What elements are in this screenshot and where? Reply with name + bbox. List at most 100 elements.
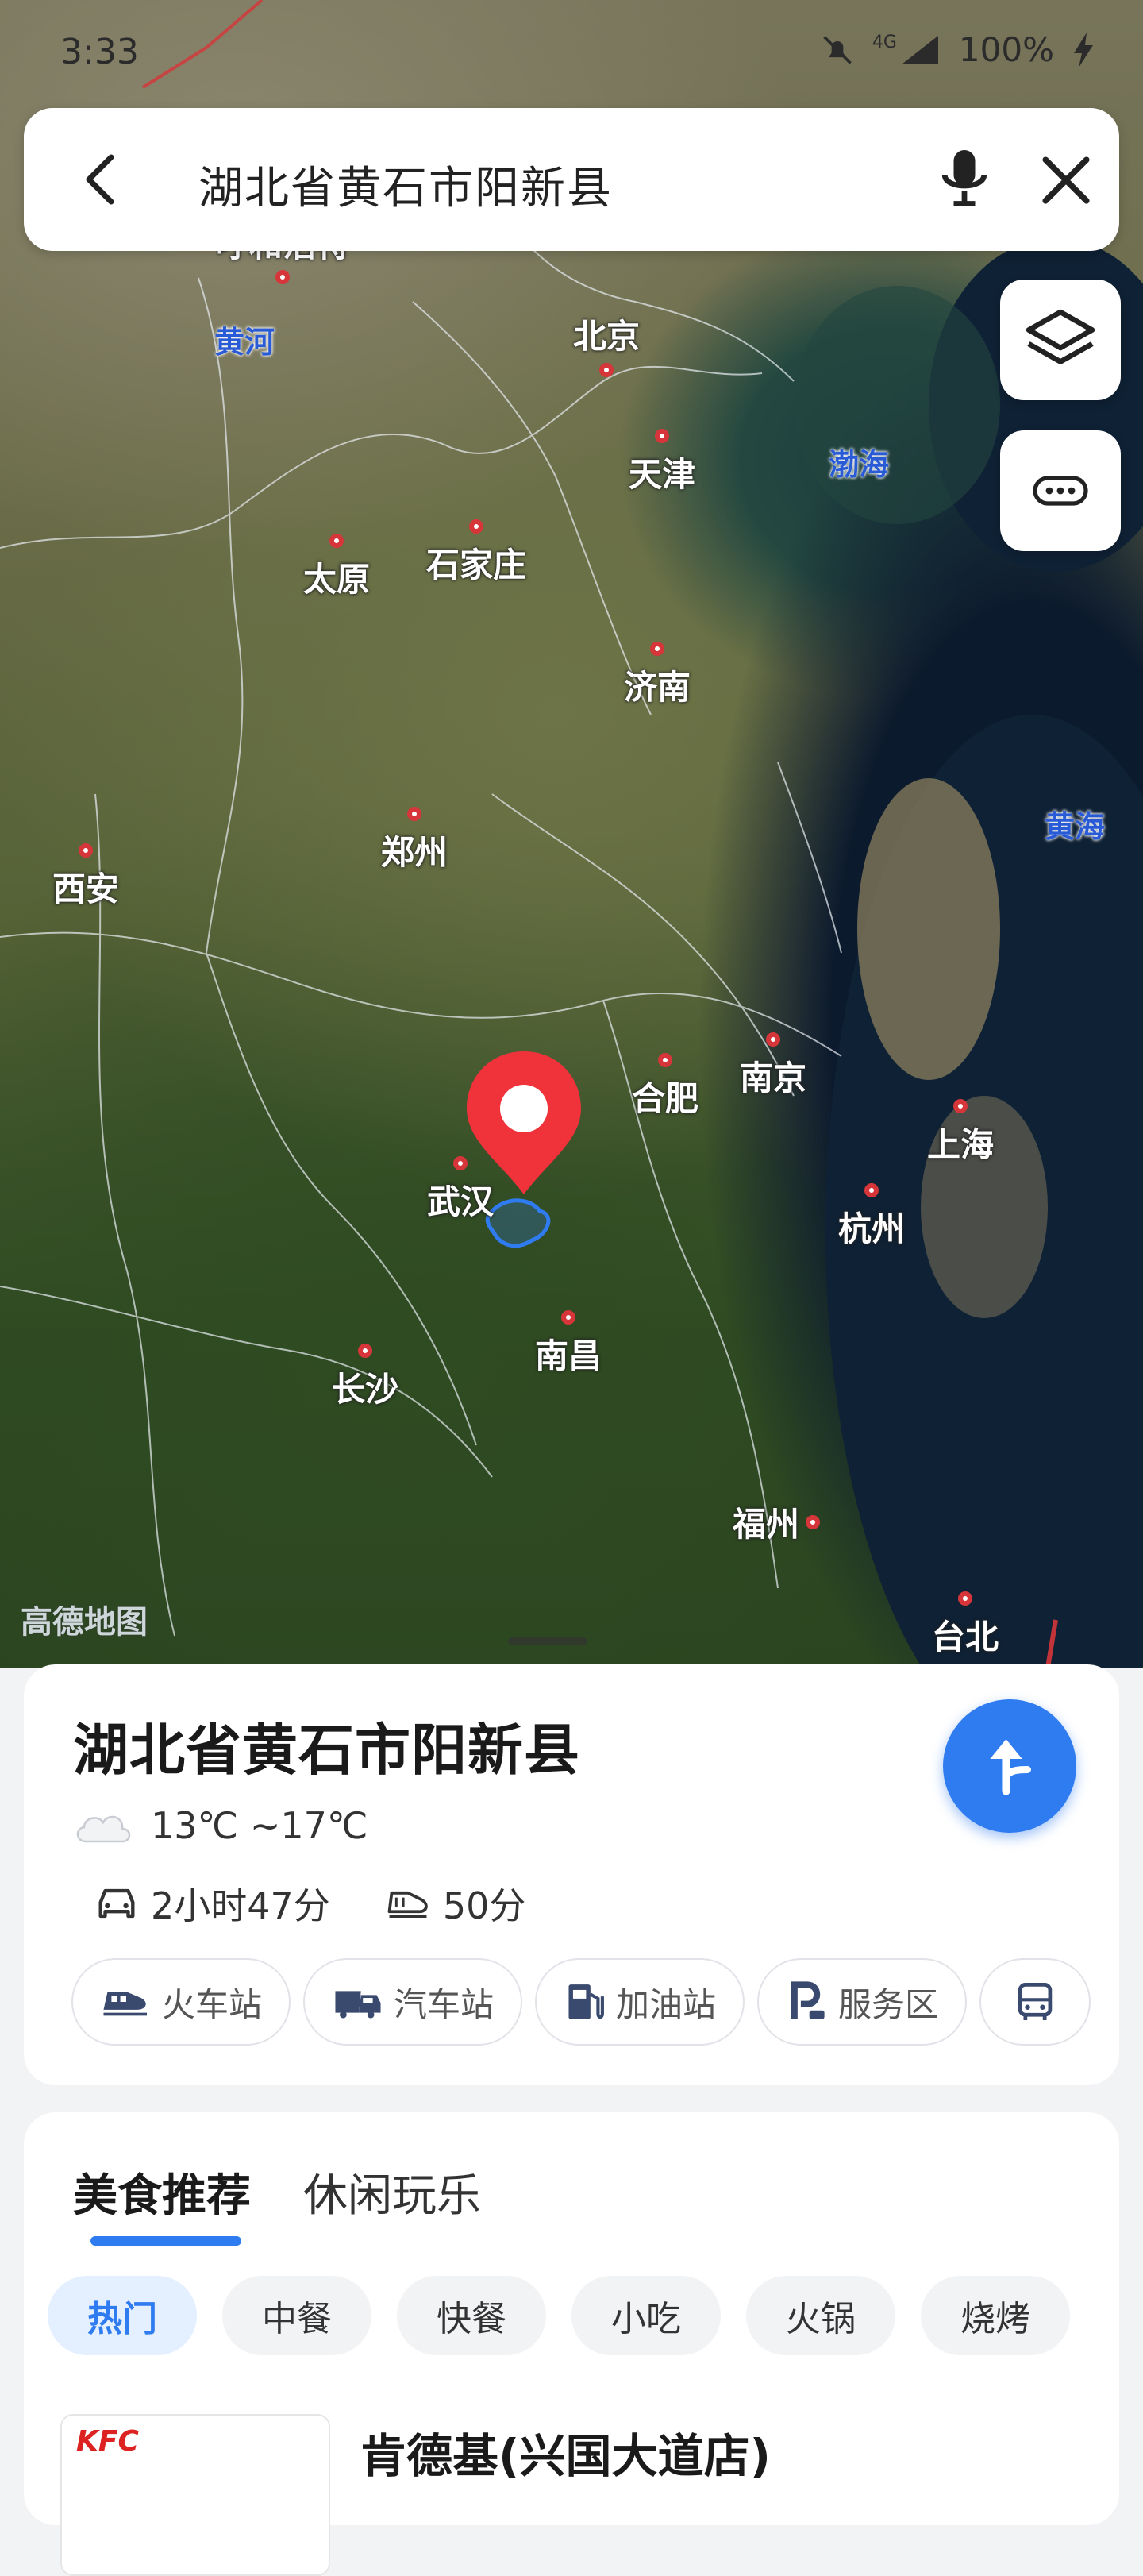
city-marker-hangzhou[interactable]: 杭州 (838, 1183, 905, 1251)
active-tab-indicator (90, 2236, 241, 2246)
cloud-icon (76, 1815, 131, 1843)
place-title: 湖北省黄石市阳新县 (73, 1718, 580, 1783)
poi-thumbnail[interactable]: KFC (60, 2414, 330, 2576)
navigate-button[interactable] (943, 1699, 1076, 1833)
city-label: 合肥 (631, 1079, 699, 1118)
drive-time: 2小时47分 (151, 1884, 330, 1927)
search-bar[interactable]: 湖北省黄石市阳新县 (24, 108, 1119, 251)
train-time: 50分 (442, 1884, 526, 1927)
place-card[interactable]: 湖北省黄石市阳新县 13℃ ~17℃ 2小时47分 50分 火车站 汽车站 加油… (24, 1664, 1119, 2085)
filter-bbq[interactable]: 烧烤 (921, 2276, 1070, 2355)
city-dot (806, 1514, 821, 1529)
chip-train-station[interactable]: 火车站 (71, 1958, 291, 2046)
map-watermark: 高德地图 (21, 1604, 148, 1641)
battery-level: 100% (958, 30, 1054, 69)
city-dot (654, 429, 669, 443)
kfc-logo: KFC (76, 2425, 139, 2458)
bus-station-icon (335, 1991, 381, 2019)
network-type: 4G (872, 33, 897, 52)
filter-hot[interactable]: 热门 (48, 2276, 197, 2355)
city-marker-xian[interactable]: 西安 (52, 843, 119, 911)
sea-label-bohai: 渤海 (829, 447, 890, 482)
chip-service-area[interactable]: 服务区 (757, 1958, 968, 2046)
filter-fastfood[interactable]: 快餐 (397, 2276, 546, 2355)
city-label: 杭州 (837, 1209, 906, 1248)
status-icons: 4G 100% (820, 30, 1095, 69)
city-dot (78, 843, 93, 858)
filter-chinese[interactable]: 中餐 (222, 2276, 371, 2355)
sea-label-huanghai: 黄海 (1045, 809, 1106, 844)
city-label: 长沙 (331, 1370, 399, 1409)
filter-hotpot[interactable]: 火锅 (746, 2276, 895, 2355)
city-dot (329, 534, 344, 548)
signal-icon (901, 35, 938, 64)
city-marker-shijiazhuang[interactable]: 石家庄 (426, 519, 526, 587)
drag-handle[interactable] (508, 1637, 587, 1645)
city-dot (560, 1310, 575, 1325)
city-label: 太原 (302, 560, 371, 599)
city-dot (657, 1053, 672, 1067)
city-marker-taiyuan[interactable]: 太原 (303, 534, 370, 601)
city-marker-changsha[interactable]: 长沙 (332, 1344, 398, 1411)
more-button[interactable] (1000, 430, 1121, 551)
city-marker-beijing[interactable]: 北京 (573, 310, 640, 377)
city-marker-shanghai[interactable]: 上海 (927, 1099, 994, 1167)
microphone-icon[interactable] (929, 143, 1000, 214)
high-speed-train-icon (103, 1992, 148, 2016)
layers-button[interactable] (1000, 280, 1121, 400)
city-dot (598, 363, 614, 377)
food-filters: 热门 中餐 快餐 小吃 火锅 烧烤 (48, 2276, 1070, 2355)
status-bar: 3:33 4G 100% (0, 0, 1143, 111)
city-dot (406, 807, 421, 821)
city-label: 西安 (52, 870, 120, 908)
chip-label: 汽车站 (394, 1984, 495, 2024)
train-icon (387, 1891, 428, 1919)
chip-bus-station[interactable]: 汽车站 (303, 1958, 523, 2046)
city-label: 南京 (739, 1059, 807, 1097)
nearby-chips: 火车站 汽车站 加油站 服务区 (71, 1958, 1091, 2046)
city-marker-nanchang[interactable]: 南昌 (535, 1310, 602, 1378)
city-marker-hefei[interactable]: 合肥 (632, 1053, 698, 1120)
poi-name[interactable]: 肯德基(兴国大道店) (360, 2419, 771, 2485)
chip-label: 火车站 (162, 1984, 263, 2024)
mute-bell-icon (823, 35, 852, 64)
charging-icon (1074, 32, 1093, 67)
car-icon (98, 1888, 135, 1919)
city-dot (765, 1032, 780, 1047)
tab-leisure[interactable]: 休闲玩乐 (303, 2160, 481, 2224)
city-marker-zhengzhou[interactable]: 郑州 (381, 807, 448, 874)
city-label: 郑州 (380, 833, 448, 872)
city-label: 北京 (572, 317, 641, 356)
city-marker-tianjin[interactable]: 天津 (629, 429, 695, 496)
parking-icon (791, 1981, 825, 2019)
chip-label: 服务区 (838, 1984, 939, 2024)
bus-icon (1018, 1983, 1053, 2020)
route-arrow-icon (990, 1739, 1031, 1795)
close-icon[interactable] (1032, 146, 1100, 214)
recommend-card: 美食推荐 休闲玩乐 热门 中餐 快餐 小吃 火锅 烧烤 KFC 肯德基(兴国大道… (24, 2112, 1119, 2576)
city-label: 南昌 (534, 1336, 602, 1375)
location-pin-icon[interactable] (460, 1047, 587, 1197)
city-marker-nanjing[interactable]: 南京 (740, 1032, 806, 1100)
city-label: 天津 (628, 455, 696, 494)
city-dot (957, 1591, 972, 1606)
tab-food[interactable]: 美食推荐 (73, 2160, 251, 2224)
gas-pump-icon (568, 1984, 604, 2019)
city-marker-fuzhou[interactable]: 福州 (733, 1498, 821, 1546)
back-arrow-icon[interactable] (70, 148, 133, 211)
city-dot (649, 642, 664, 656)
city-marker-jinan[interactable]: 济南 (624, 642, 691, 709)
city-dot (864, 1183, 879, 1197)
chip-label: 加油站 (616, 1984, 717, 2024)
chip-bus[interactable] (979, 1958, 1091, 2046)
chip-gas-station[interactable]: 加油站 (535, 1958, 745, 2046)
city-label: 石家庄 (425, 546, 527, 584)
city-label: 济南 (623, 668, 691, 707)
city-marker-taibei[interactable]: 台北 (932, 1591, 999, 1659)
search-query[interactable]: 湖北省黄石市阳新县 (198, 152, 613, 217)
weather-temp: 13℃ ~17℃ (151, 1804, 368, 1847)
status-time: 3:33 (60, 32, 139, 72)
city-dot (275, 270, 290, 284)
city-dot (952, 1099, 968, 1113)
filter-snacks[interactable]: 小吃 (572, 2276, 721, 2355)
